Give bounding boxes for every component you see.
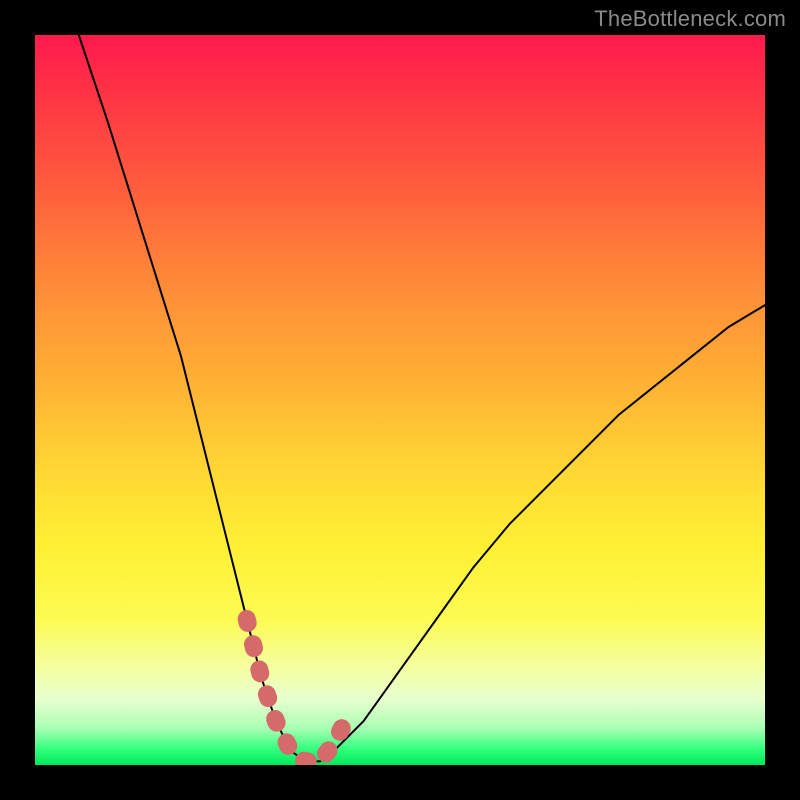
chart-frame: TheBottleneck.com [0,0,800,800]
highlighted-range-path [247,619,349,761]
plot-area [35,35,765,765]
bottleneck-curve-svg [35,35,765,765]
bottleneck-curve-path [79,35,765,761]
marker-layer [247,619,349,761]
curve-layer [79,35,765,761]
watermark-text: TheBottleneck.com [594,6,786,32]
